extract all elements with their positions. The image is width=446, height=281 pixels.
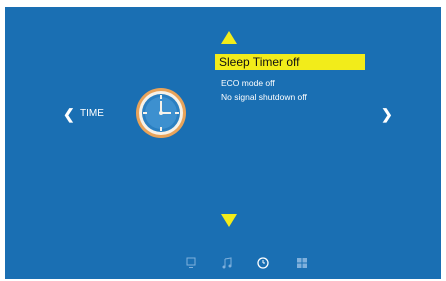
- chevron-right-icon[interactable]: ❯: [381, 107, 393, 121]
- osd-screen: Sleep Timer off ECO mode off No signal s…: [5, 7, 441, 279]
- menu-item-sleep-timer[interactable]: Sleep Timer off: [215, 54, 365, 70]
- category-label: TIME: [80, 108, 104, 119]
- monitor-icon[interactable]: [185, 257, 197, 269]
- arrow-down-icon[interactable]: [221, 214, 237, 227]
- arrow-up-icon[interactable]: [221, 31, 237, 44]
- grid-icon[interactable]: [296, 257, 308, 269]
- menu-item-eco-mode[interactable]: ECO mode off: [221, 78, 275, 88]
- clock-icon: [136, 88, 186, 138]
- menu-item-no-signal-shutdown[interactable]: No signal shutdown off: [221, 92, 307, 102]
- clock-icon[interactable]: [257, 257, 269, 269]
- music-note-icon[interactable]: [221, 257, 233, 269]
- chevron-left-icon[interactable]: ❮: [63, 107, 75, 121]
